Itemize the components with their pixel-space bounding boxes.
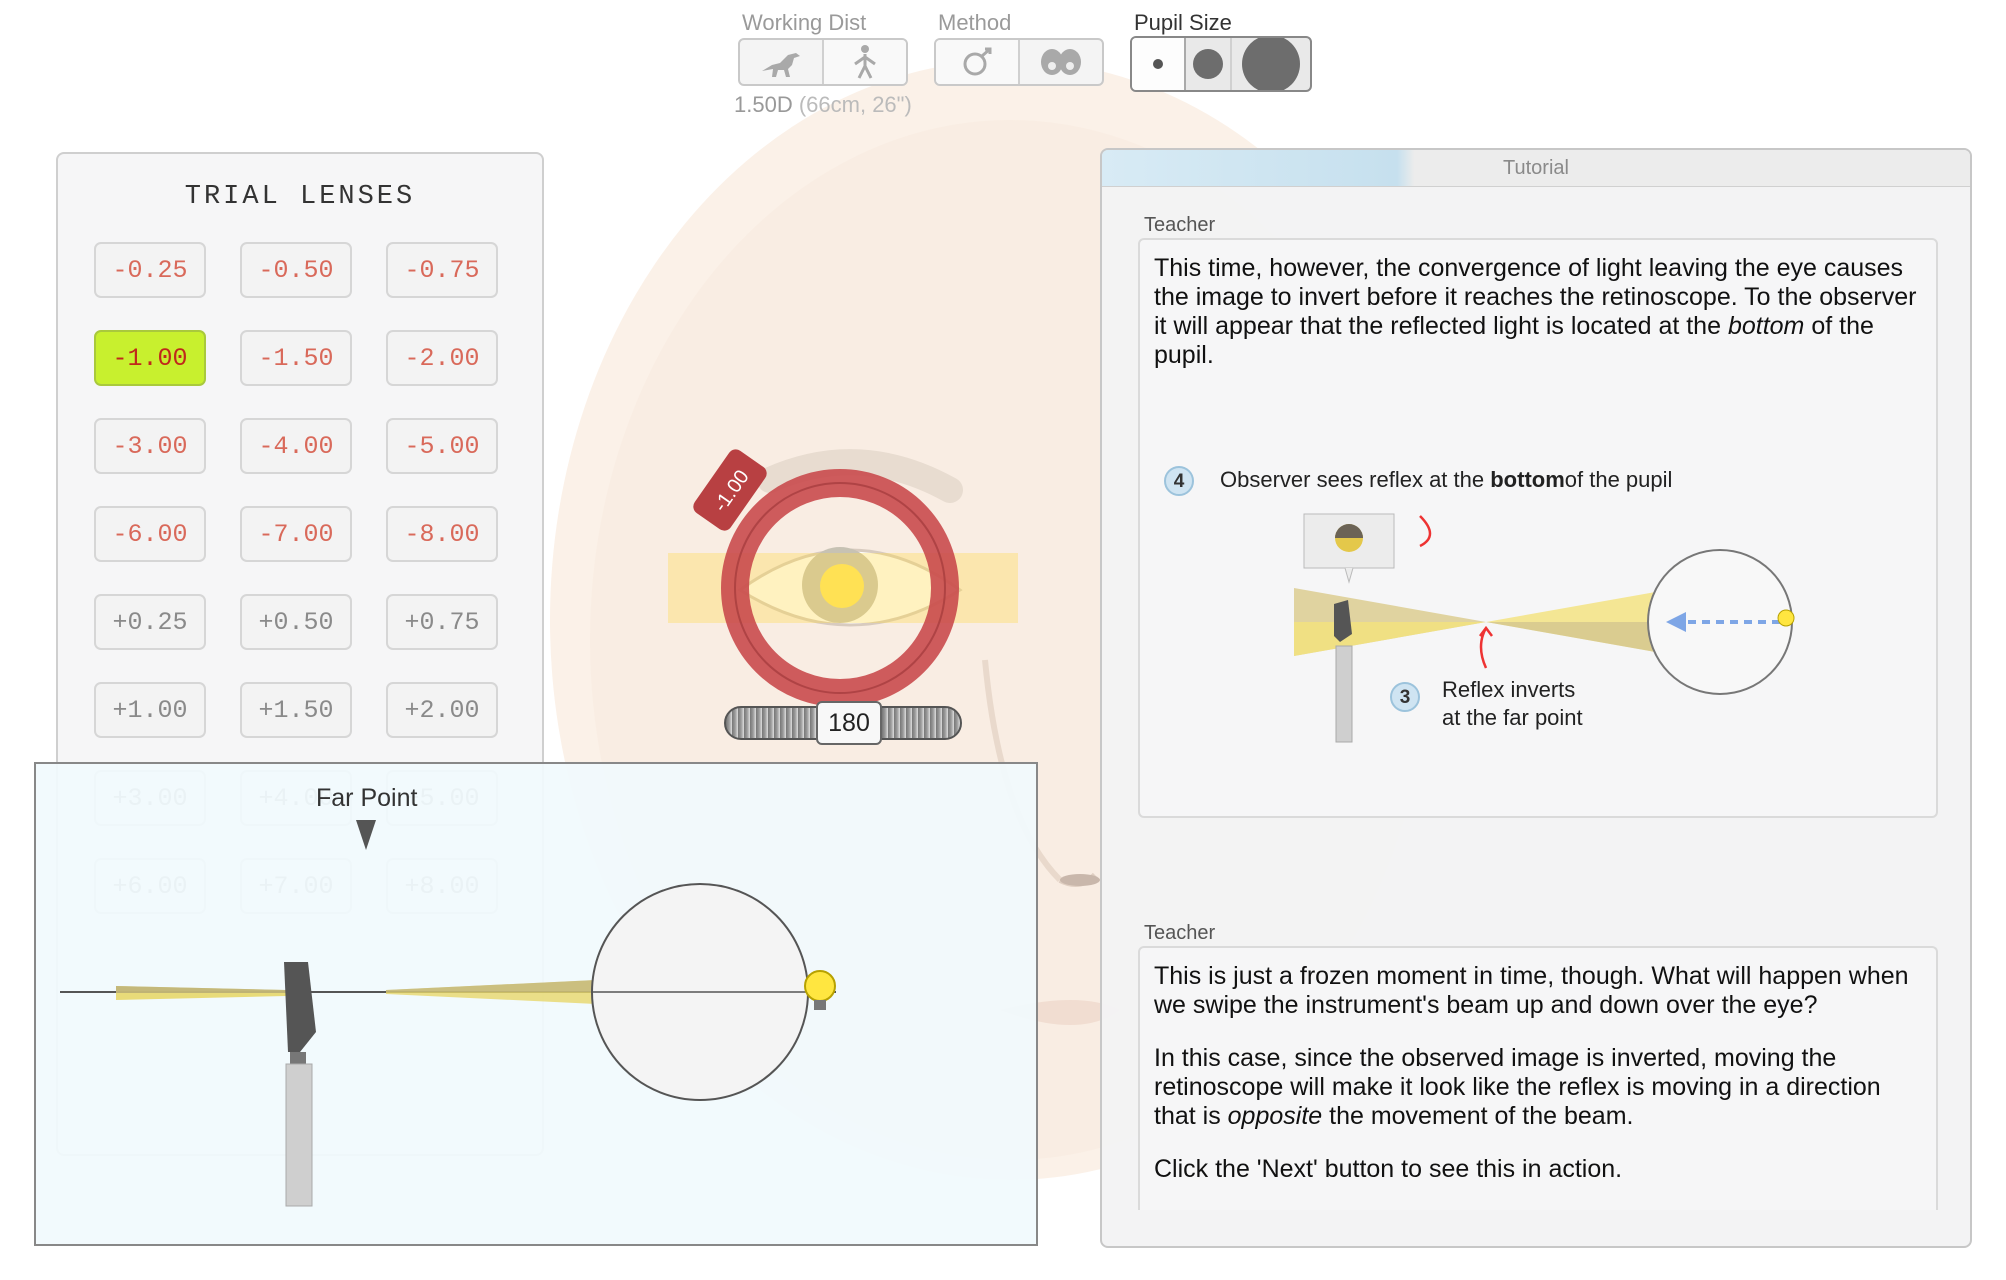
pupil-size-label: Pupil Size — [1134, 10, 1232, 35]
message-2-paragraph-3: Click the 'Next' button to see this in a… — [1154, 1155, 1623, 1183]
method-binocular-button[interactable] — [1020, 40, 1102, 84]
working-dist-detail: (66cm, 26") — [798, 92, 912, 117]
far-point-diagram-panel: Far Point — [34, 762, 1038, 1246]
lens-button[interactable]: +0.50 — [240, 594, 352, 650]
step-4-caption: Observer sees reflex at the bottomof the… — [1220, 466, 1672, 494]
axis-readout: 180 — [816, 701, 882, 745]
light-bulb-icon — [804, 970, 836, 1010]
method-toggle — [934, 38, 1104, 86]
lens-button[interactable]: -0.50 — [240, 242, 352, 298]
lens-button[interactable]: +0.75 — [386, 594, 498, 650]
working-dist-readout: 1.50D (66cm, 26") — [734, 92, 912, 118]
far-point-marker — [356, 820, 376, 850]
lens-button[interactable]: -7.00 — [240, 506, 352, 562]
lens-button[interactable]: -2.00 — [386, 330, 498, 386]
teacher-label-2: Teacher — [1144, 922, 1216, 944]
large-pupil-icon — [1242, 38, 1300, 90]
lens-button[interactable]: -1.50 — [240, 330, 352, 386]
message-1-emphasis: bottom — [1727, 312, 1805, 340]
step-3-badge: 3 — [1390, 682, 1420, 712]
pupil-size-medium-button[interactable] — [1186, 38, 1232, 90]
lens-button[interactable]: -0.75 — [386, 242, 498, 298]
lens-button[interactable]: -8.00 — [386, 506, 498, 562]
message-2-paragraph-2: In this case, since the observed image i… — [1154, 1044, 1922, 1131]
pupil-size-toggle — [1130, 36, 1312, 92]
standing-person-icon — [854, 45, 876, 79]
lens-button[interactable]: -3.00 — [94, 418, 206, 474]
working-dist-label: Working Dist — [742, 10, 867, 35]
trial-lenses-title: TRIAL LENSES — [184, 182, 416, 212]
lens-button[interactable]: -5.00 — [386, 418, 498, 474]
lens-button[interactable]: -4.00 — [240, 418, 352, 474]
step-4-badge: 4 — [1164, 466, 1194, 496]
lens-button[interactable]: +0.25 — [94, 594, 206, 650]
lens-button[interactable]: -0.25 — [94, 242, 206, 298]
working-dist-toggle — [738, 38, 908, 86]
small-pupil-icon — [1153, 59, 1163, 69]
lens-button[interactable]: +2.00 — [386, 682, 498, 738]
medium-pupil-icon — [1193, 49, 1223, 79]
step-3-caption: Reflex inverts at the far point — [1442, 676, 1583, 732]
lens-button[interactable]: +1.50 — [240, 682, 352, 738]
message-2-paragraph-1: This is just a frozen moment in time, th… — [1154, 962, 1909, 1019]
message-2-p2-end: the movement of the beam. — [1322, 1102, 1634, 1130]
method-label: Method — [938, 10, 1012, 35]
step-4-bold: bottom — [1490, 467, 1565, 492]
step-4-text: Observer sees reflex at the — [1220, 467, 1491, 492]
working-dist-near-button[interactable] — [740, 40, 824, 84]
teacher-message-2: This is just a frozen moment in time, th… — [1138, 946, 1938, 1210]
dinosaur-icon — [762, 53, 800, 77]
working-dist-far-button[interactable] — [824, 40, 906, 84]
tutorial-header: Tutorial — [1102, 150, 1970, 187]
method-retinoscopy-button[interactable] — [936, 40, 1020, 84]
pupil-size-large-button[interactable] — [1232, 38, 1310, 90]
lens-button[interactable]: -6.00 — [94, 506, 206, 562]
retinoscope-icon — [963, 47, 992, 76]
far-point-diagram — [60, 820, 836, 1207]
lens-button[interactable]: +1.00 — [94, 682, 206, 738]
double-eye-icon — [1041, 49, 1081, 75]
message-2-p2-emphasis: opposite — [1227, 1102, 1323, 1130]
step-4-text-end: of the pupil — [1564, 467, 1673, 492]
retinoscope — [284, 962, 316, 1207]
working-dist-value: 1.50D — [734, 92, 793, 117]
teacher-label-1: Teacher — [1144, 214, 1216, 236]
lens-button[interactable]: -1.00 — [94, 330, 206, 386]
teacher-message-1: This time, however, the convergence of l… — [1138, 238, 1938, 818]
step-3-line-2: at the far point — [1442, 705, 1583, 730]
retinoscope-beam-streak — [668, 553, 1018, 623]
pupil-size-small-button[interactable] — [1132, 38, 1186, 90]
tutorial-panel: Tutorial Teacher This time, however, the… — [1100, 148, 1972, 1248]
step-3-line-1: Reflex inverts — [1442, 677, 1576, 702]
